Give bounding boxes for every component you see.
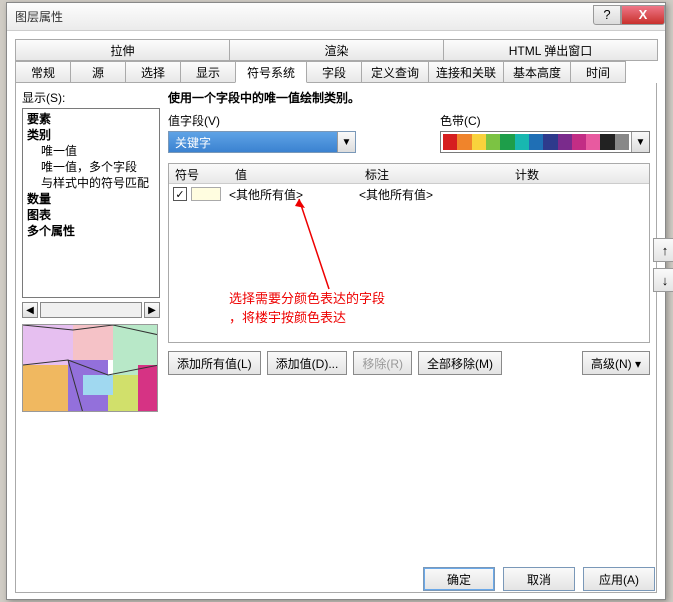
advanced-button[interactable]: 高级(N) ▾ (582, 351, 650, 375)
value-field-value: 关键字 (169, 132, 337, 152)
tab-fields[interactable]: 字段 (306, 61, 362, 83)
col-symbol[interactable]: 符号 (169, 164, 229, 183)
preview-thumbnail (22, 324, 158, 412)
row-symbol-swatch[interactable] (191, 187, 221, 201)
tree-unique-values[interactable]: 唯一值 (23, 143, 159, 159)
col-label[interactable]: 标注 (359, 164, 509, 183)
show-label: 显示(S): (22, 89, 160, 106)
chevron-down-icon[interactable]: ▼ (337, 132, 355, 152)
table-row[interactable]: ✓ <其他所有值> <其他所有值> (169, 184, 649, 204)
scroll-left-icon[interactable]: ◀ (22, 302, 38, 318)
tab-joins-relates[interactable]: 连接和关联 (428, 61, 504, 83)
remove-button[interactable]: 移除(R) (353, 351, 412, 375)
move-up-button[interactable]: ↑ (653, 238, 673, 262)
dialog-footer: 确定 取消 应用(A) (423, 567, 655, 591)
apply-button[interactable]: 应用(A) (583, 567, 655, 591)
color-ramp-swatches (441, 132, 631, 152)
left-pane: 显示(S): 要素 类别 唯一值 唯一值，多个字段 与样式中的符号匹配 数量 图… (22, 89, 160, 412)
row-label: <其他所有值> (359, 186, 509, 203)
tab-display[interactable]: 显示 (180, 61, 236, 83)
move-down-button[interactable]: ↓ (653, 268, 673, 292)
tabs-row-1: 拉伸 渲染 HTML 弹出窗口 (15, 39, 657, 61)
grid-button-row: 添加所有值(L) 添加值(D)... 移除(R) 全部移除(M) 高级(N) ▾ (168, 351, 650, 375)
tree-match-style[interactable]: 与样式中的符号匹配 (23, 175, 159, 191)
add-all-values-button[interactable]: 添加所有值(L) (168, 351, 261, 375)
scroll-track[interactable] (40, 302, 142, 318)
cancel-button[interactable]: 取消 (503, 567, 575, 591)
tab-stretch[interactable]: 拉伸 (15, 39, 230, 61)
tree-features[interactable]: 要素 (23, 111, 159, 127)
content: 拉伸 渲染 HTML 弹出窗口 常规 源 选择 显示 符号系统 字段 定义查询 … (7, 31, 665, 601)
right-pane: 使用一个字段中的唯一值绘制类别。 导入(I)... 值字段(V) 关键字 ▼ 色… (168, 89, 650, 412)
close-button[interactable]: X (621, 5, 665, 25)
scroll-right-icon[interactable]: ▶ (144, 302, 160, 318)
tab-selection[interactable]: 选择 (125, 61, 181, 83)
symbol-grid: 符号 值 标注 计数 ✓ <其他所有值> <其他所有值> ↑ (168, 163, 650, 343)
value-field-label: 值字段(V) (168, 112, 356, 129)
map-preview-icon (23, 325, 158, 412)
remove-all-button[interactable]: 全部移除(M) (418, 351, 502, 375)
color-ramp-dropdown[interactable]: ▼ (440, 131, 650, 153)
tab-base-heights[interactable]: 基本高度 (503, 61, 571, 83)
ok-button[interactable]: 确定 (423, 567, 495, 591)
titlebar: 图层属性 ? X (7, 3, 665, 31)
col-value[interactable]: 值 (229, 164, 359, 183)
tab-panel: 显示(S): 要素 类别 唯一值 唯一值，多个字段 与样式中的符号匹配 数量 图… (15, 83, 657, 593)
value-field-dropdown[interactable]: 关键字 ▼ (168, 131, 356, 153)
panel-heading: 使用一个字段中的唯一值绘制类别。 (168, 89, 650, 106)
tab-symbology[interactable]: 符号系统 (235, 61, 307, 83)
tree-multiple-attrs[interactable]: 多个属性 (23, 223, 159, 239)
col-count[interactable]: 计数 (509, 164, 589, 183)
annotation-arrow-icon (289, 194, 349, 294)
window-title: 图层属性 (15, 8, 593, 25)
color-ramp-label: 色带(C) (440, 112, 650, 129)
tab-time[interactable]: 时间 (570, 61, 626, 83)
tab-source[interactable]: 源 (70, 61, 126, 83)
reorder-buttons: ↑ ↓ (653, 238, 673, 298)
tab-html-popup[interactable]: HTML 弹出窗口 (443, 39, 658, 61)
tree-charts[interactable]: 图表 (23, 207, 159, 223)
row-value: <其他所有值> (229, 186, 359, 203)
tab-general[interactable]: 常规 (15, 61, 71, 83)
tabs-row-2: 常规 源 选择 显示 符号系统 字段 定义查询 连接和关联 基本高度 时间 (15, 61, 657, 83)
dialog-window: 图层属性 ? X 拉伸 渲染 HTML 弹出窗口 常规 源 选择 显示 符号系统… (6, 2, 666, 600)
row-checkbox[interactable]: ✓ (173, 187, 187, 201)
grid-header: 符号 值 标注 计数 (169, 164, 649, 184)
tab-render[interactable]: 渲染 (229, 39, 444, 61)
tab-definition-query[interactable]: 定义查询 (361, 61, 429, 83)
tree-hscroll[interactable]: ◀ ▶ (22, 302, 160, 318)
annotation-text: 选择需要分颜色表达的字段 ，将楼宇按颜色表达 (229, 288, 385, 326)
tree-quantities[interactable]: 数量 (23, 191, 159, 207)
renderer-tree[interactable]: 要素 类别 唯一值 唯一值，多个字段 与样式中的符号匹配 数量 图表 多个属性 (22, 108, 160, 298)
help-button[interactable]: ? (593, 5, 621, 25)
chevron-down-icon[interactable]: ▼ (631, 132, 649, 152)
add-values-button[interactable]: 添加值(D)... (267, 351, 348, 375)
tree-unique-many-fields[interactable]: 唯一值，多个字段 (23, 159, 159, 175)
tree-categories[interactable]: 类别 (23, 127, 159, 143)
